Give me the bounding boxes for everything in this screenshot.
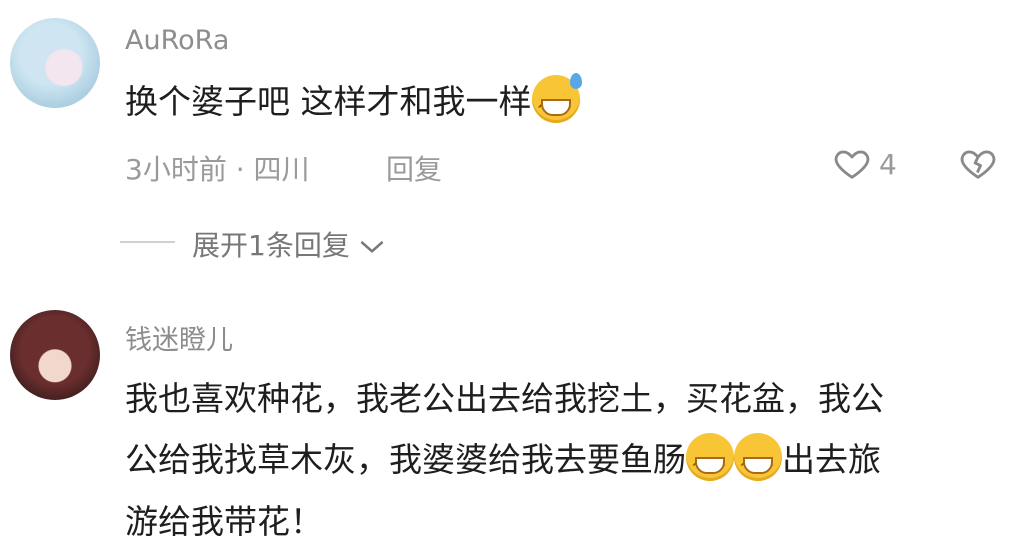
comment-time-location: 3小时前 · 四川 — [125, 153, 310, 186]
comment-text-content: 公给我找草木灰，我婆婆给我去要鱼肠 — [125, 440, 686, 479]
comment-username[interactable]: AuRoRa — [125, 25, 229, 56]
expand-replies-label: 展开1条回复 — [192, 229, 350, 262]
comment-username[interactable]: 钱迷瞪儿 — [125, 318, 233, 357]
chevron-down-icon — [360, 241, 383, 253]
heart-outline-icon — [834, 150, 870, 179]
comment-text-content: 出去旅 — [782, 440, 881, 479]
divider — [120, 241, 175, 243]
reply-button[interactable]: 回复 — [386, 148, 442, 188]
comment-text: 换个婆子吧 这样才和我一样 — [125, 72, 582, 140]
comment-text-line: 我也喜欢种花，我老公出去给我挖土，买花盆，我公 — [125, 379, 884, 418]
grinning-emoji — [686, 433, 734, 498]
avatar[interactable] — [10, 18, 100, 108]
comment-text-line: 游给我带花！ — [125, 502, 323, 541]
grinning-emoji — [734, 433, 782, 498]
comment-text-content: 换个婆子吧 这样才和我一样 — [125, 82, 532, 121]
dislike-button[interactable] — [958, 144, 998, 186]
like-count: 4 — [879, 148, 897, 181]
comment-text-line: 公给我找草木灰，我婆婆给我去要鱼肠 出去旅 — [125, 430, 881, 498]
broken-heart-icon — [960, 150, 996, 179]
avatar[interactable] — [10, 310, 100, 400]
like-button[interactable] — [833, 144, 871, 186]
expand-replies-button[interactable]: 展开1条回复 — [192, 224, 385, 264]
grinning-sweat-emoji — [531, 73, 582, 140]
